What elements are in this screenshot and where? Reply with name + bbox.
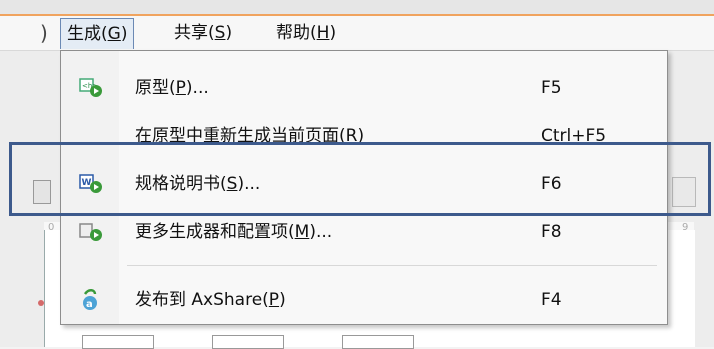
ruler-tick-left: 0	[48, 222, 55, 233]
shortcut-label: F4	[541, 290, 562, 310]
menu-bar: ) 生成(G) 共享(S) 帮助(H)	[0, 16, 714, 51]
menu-separator	[127, 265, 657, 266]
generator-icon	[79, 220, 103, 244]
axshare-icon: a	[79, 288, 103, 312]
ruler-tick-right: 9	[682, 222, 689, 233]
menu-generate[interactable]: 生成(G)	[60, 18, 135, 49]
shortcut-label: F5	[541, 78, 562, 98]
menu-share[interactable]: 共享(S)	[168, 18, 238, 48]
annotation-highlight-box	[9, 142, 711, 216]
menu-help[interactable]: 帮助(H)	[270, 18, 342, 48]
prototype-icon: <h>	[79, 76, 103, 100]
menu-edge-glyph: )	[40, 21, 48, 45]
menu-item-prototype[interactable]: <h> 原型(P)... F5	[61, 65, 667, 111]
menu-item-publish-axshare[interactable]: a 发布到 AxShare(P) F4	[61, 277, 667, 323]
widget-marker	[38, 300, 44, 306]
svg-text:a: a	[86, 299, 93, 310]
title-strip	[0, 0, 714, 16]
